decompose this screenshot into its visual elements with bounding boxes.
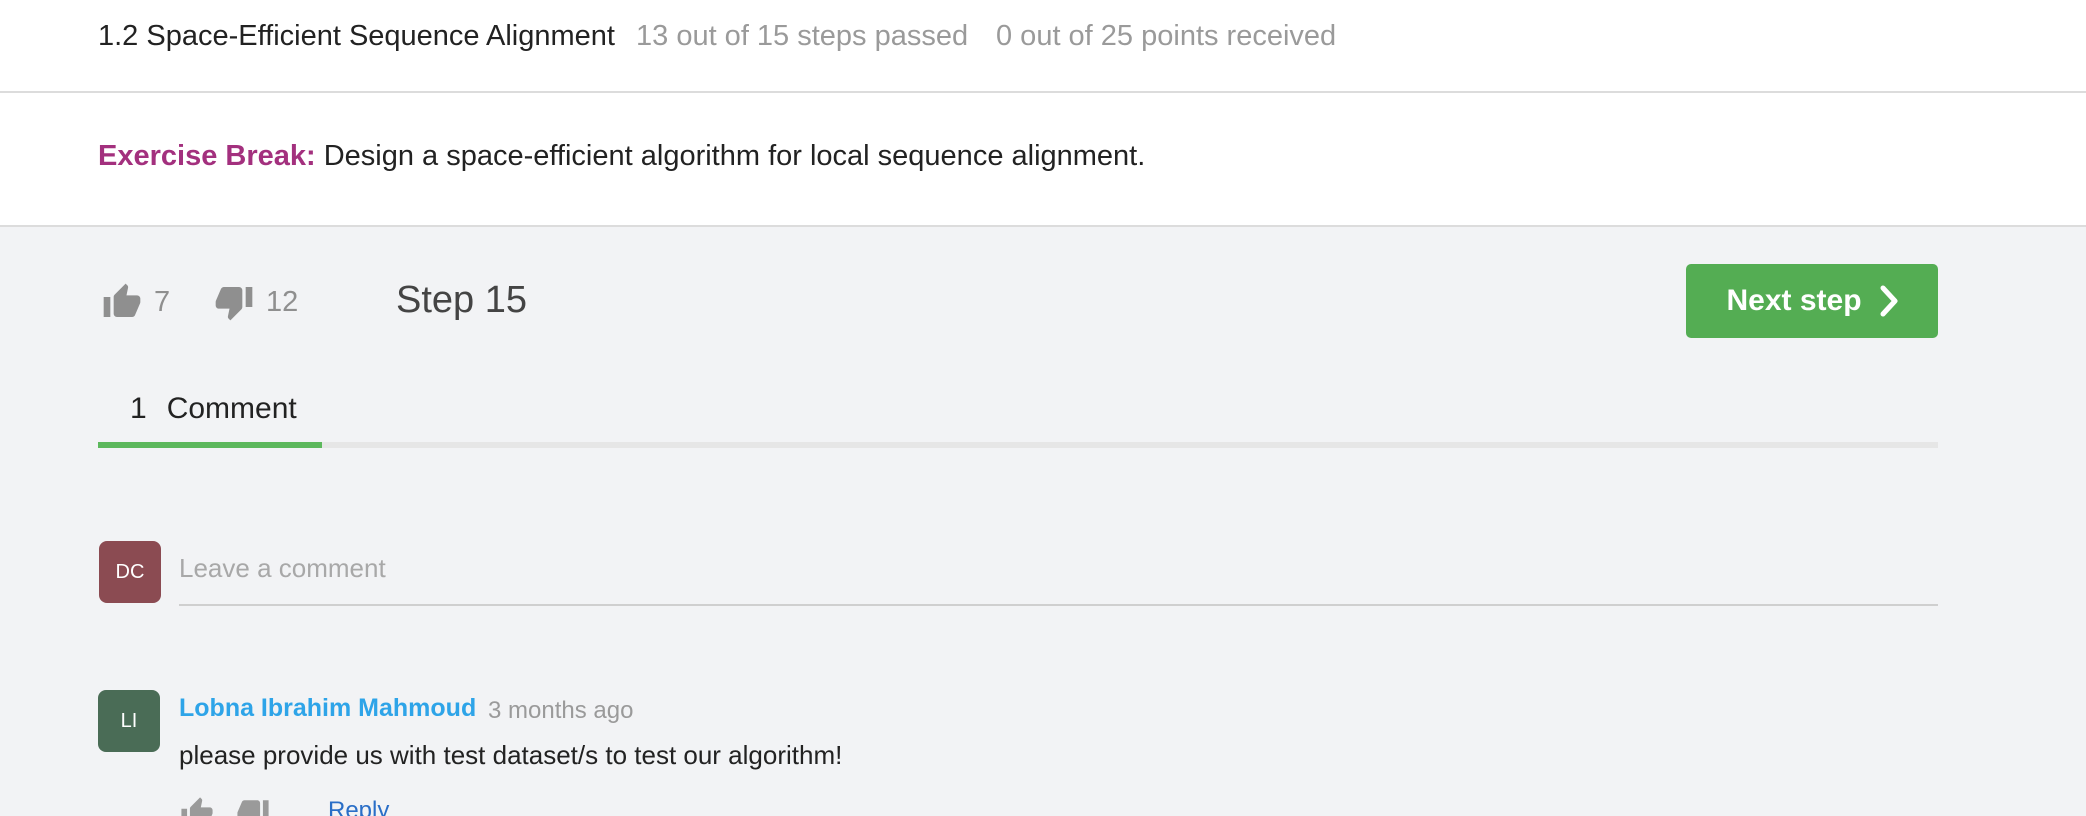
tab-track [98, 442, 1938, 448]
comment-author-link[interactable]: Lobna Ibrahim Mahmoud [179, 694, 476, 723]
lesson-title: 1.2 Space-Efficient Sequence Alignment [98, 20, 615, 52]
comment-count: 1 [130, 392, 147, 425]
points-progress: 0 out of 25 points received [996, 20, 1337, 52]
comment-timestamp[interactable]: 3 months ago [488, 697, 633, 725]
step-dislike-button[interactable]: 12 [214, 274, 298, 330]
reply-link[interactable]: Reply [328, 797, 389, 816]
discussion-tabs: 1 Comment [98, 390, 1938, 448]
lesson-header: 1.2 Space-Efficient Sequence Alignment 1… [0, 0, 2086, 93]
comment-text: please provide us with test dataset/s to… [179, 740, 843, 770]
step-like-button[interactable]: 7 [102, 274, 170, 330]
step-dislike-count: 12 [266, 285, 299, 318]
thumbs-down-icon [214, 282, 254, 322]
step-number: Step 15 [396, 279, 527, 321]
thumbs-up-icon [181, 797, 213, 816]
step-like-count: 7 [154, 285, 171, 318]
step-content: Exercise Break: Design a space-efficient… [0, 93, 2086, 227]
tab-active-indicator [98, 442, 322, 448]
thumbs-down-icon [237, 800, 269, 816]
comment-like-button[interactable] [180, 796, 214, 816]
next-step-label: Next step [1726, 284, 1862, 317]
chevron-right-icon [1880, 285, 1898, 317]
tab-comments-label: Comment [166, 392, 297, 425]
commenter-avatar[interactable]: LI [98, 690, 160, 752]
steps-progress: 13 out of 15 steps passed [636, 20, 969, 52]
comment-input[interactable] [179, 546, 1938, 606]
thumbs-up-icon [102, 282, 142, 322]
exercise-description: Design a space-efficient algorithm for l… [315, 140, 1146, 172]
exercise-text: Exercise Break: Design a space-efficient… [98, 140, 1145, 173]
next-step-button[interactable]: Next step [1686, 264, 1938, 338]
current-user-avatar: DC [99, 541, 161, 603]
exercise-label: Exercise Break: [98, 140, 316, 172]
comment-dislike-button[interactable] [236, 796, 270, 816]
tab-comments[interactable]: 1 Comment [130, 392, 297, 426]
